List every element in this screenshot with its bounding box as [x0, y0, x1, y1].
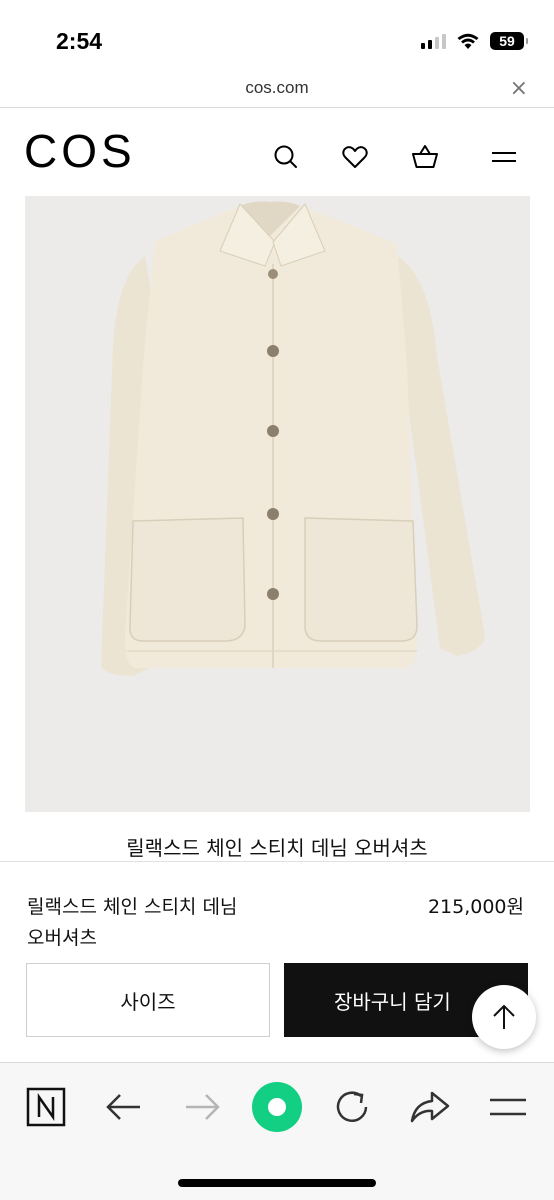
site-header: COS [0, 108, 554, 196]
product-caption: 릴랙스드 체인 스티치 데님 오버셔츠 [126, 836, 428, 860]
status-time: 2:54 [56, 28, 103, 54]
product-name-line2: 오버셔츠 [27, 927, 97, 949]
address-bar[interactable]: cos.com × [0, 74, 554, 108]
home-indicator[interactable] [178, 1179, 376, 1187]
product-image[interactable] [25, 196, 530, 812]
menu-icon[interactable] [489, 142, 519, 172]
cellular-signal-icon [421, 33, 446, 49]
refresh-icon[interactable] [330, 1085, 374, 1129]
status-icons: 59 [421, 32, 528, 50]
back-arrow-icon[interactable] [102, 1085, 146, 1129]
product-name-line1: 릴랙스드 체인 스티치 데님 [27, 896, 238, 918]
cos-logo[interactable]: COS [24, 126, 136, 176]
divider [0, 861, 554, 862]
naver-icon[interactable] [24, 1085, 68, 1129]
basket-icon[interactable] [410, 142, 440, 172]
url-text[interactable]: cos.com [0, 78, 554, 98]
product-name: 릴랙스드 체인 스티치 데님 오버셔츠 [27, 892, 307, 954]
status-bar: 2:54 59 [0, 0, 554, 74]
heart-icon[interactable] [340, 142, 370, 172]
green-dot-icon[interactable] [251, 1081, 303, 1133]
product-price: 215,000원 [427, 896, 524, 918]
share-icon[interactable] [408, 1085, 452, 1129]
scroll-to-top-button[interactable] [472, 985, 536, 1049]
size-button[interactable]: 사이즈 [26, 963, 270, 1037]
forward-arrow-icon[interactable] [180, 1085, 224, 1129]
toolbar-menu-icon[interactable] [486, 1085, 530, 1129]
close-icon[interactable]: × [510, 78, 528, 100]
search-icon[interactable] [271, 142, 301, 172]
battery-icon: 59 [490, 32, 528, 50]
wifi-icon [457, 33, 479, 49]
arrow-up-icon [493, 1005, 515, 1029]
